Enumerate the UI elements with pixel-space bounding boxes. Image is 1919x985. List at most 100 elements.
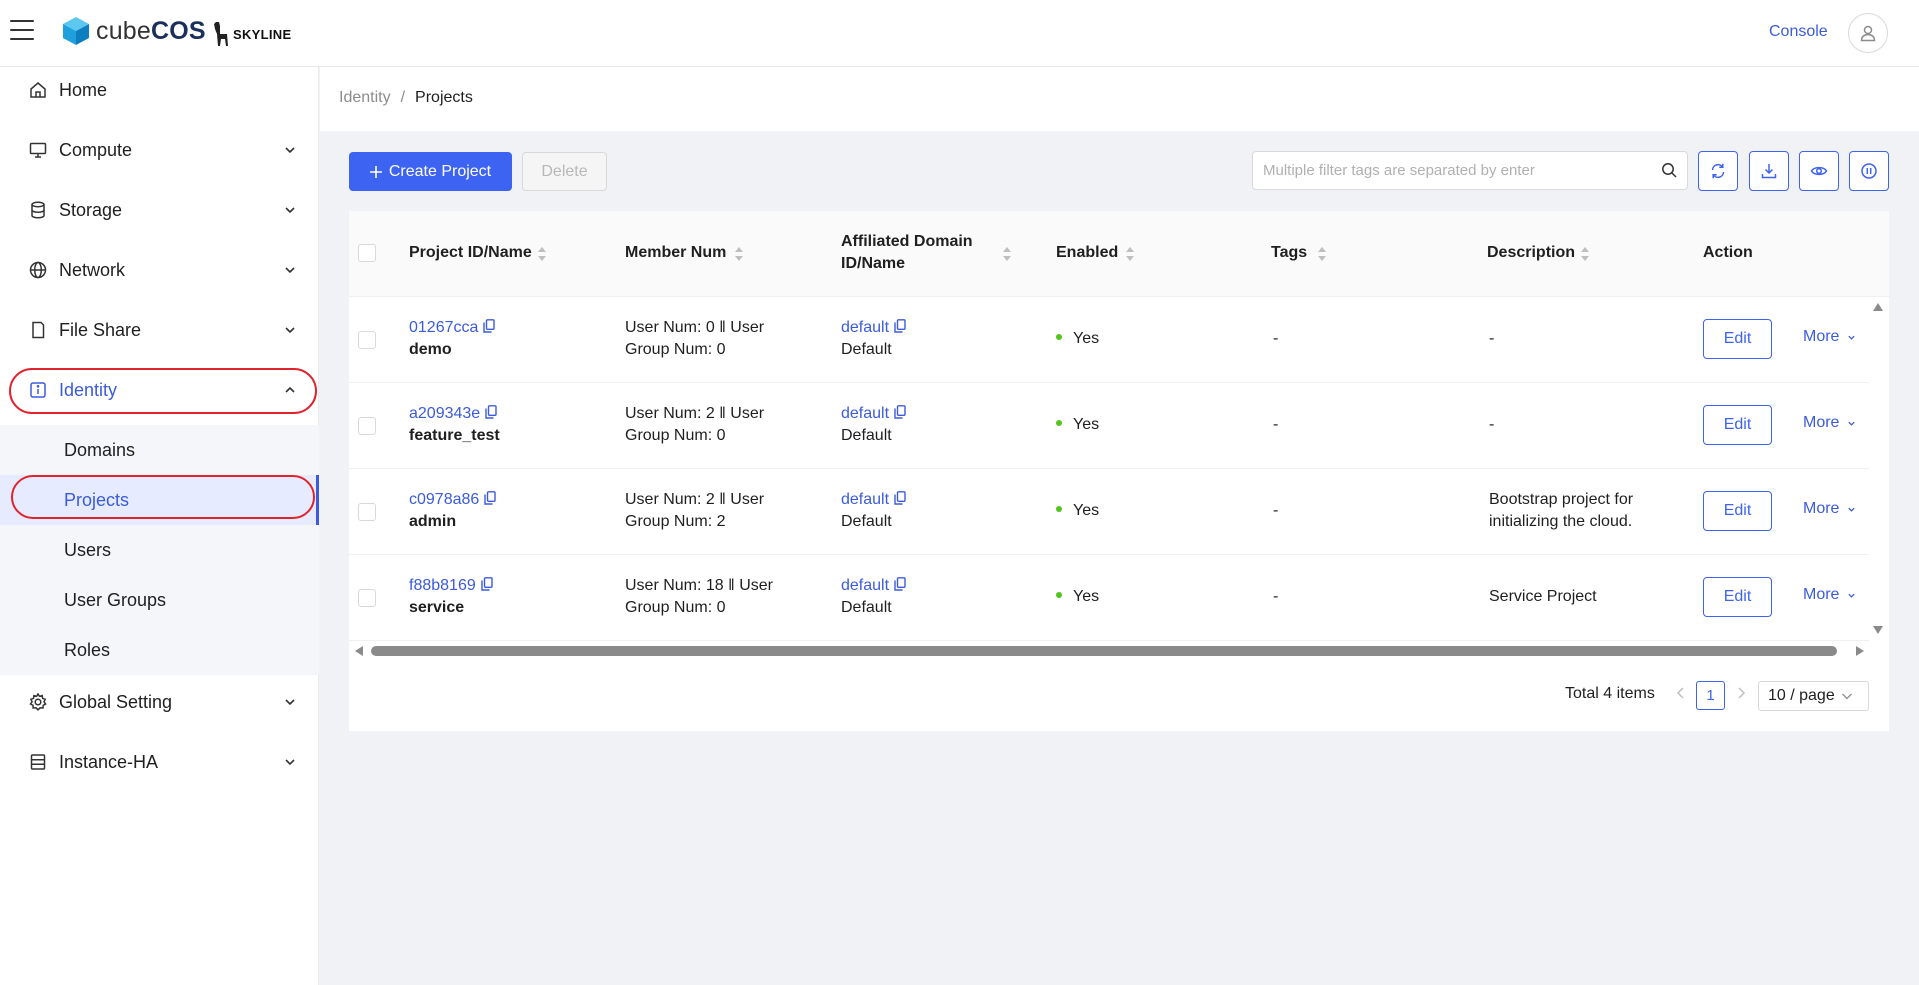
project-id-link[interactable]: a209343e [409, 405, 480, 422]
sidebar-item-compute[interactable]: Compute [0, 127, 319, 173]
scroll-right-arrow[interactable] [1855, 645, 1865, 657]
refresh-button[interactable] [1698, 151, 1738, 191]
sidebar-item-network[interactable]: Network [0, 247, 319, 293]
row-checkbox[interactable] [358, 417, 376, 435]
top-header: cubeCOS SKYLINE Console [0, 0, 1919, 67]
row-checkbox[interactable] [358, 331, 376, 349]
more-dropdown[interactable]: More [1803, 414, 1856, 432]
page-number-button[interactable]: 1 [1696, 681, 1725, 710]
project-name: feature_test [409, 427, 500, 444]
sidebar-item-home[interactable]: Home [0, 67, 319, 113]
chevron-down-icon [285, 327, 295, 334]
sidebar-item-identity[interactable]: Identity [0, 367, 319, 413]
breadcrumb-current: Projects [415, 89, 473, 106]
horizontal-scrollbar-thumb[interactable] [371, 646, 1837, 656]
chevron-down-icon [285, 759, 295, 766]
pause-refresh-button[interactable] [1849, 151, 1889, 191]
sidebar-item-users[interactable]: Users [0, 525, 319, 575]
copy-icon[interactable] [894, 576, 906, 591]
sort-icon[interactable] [1125, 246, 1135, 262]
sort-icon[interactable] [734, 246, 744, 262]
header-tags[interactable]: Tags [1271, 242, 1307, 264]
breadcrumb-separator: / [400, 89, 406, 106]
copy-icon[interactable] [485, 404, 497, 419]
copy-icon[interactable] [894, 404, 906, 419]
horizontal-scrollbar[interactable] [349, 641, 1869, 661]
domain-id-link[interactable]: default [841, 319, 889, 336]
sidebar-item-storage[interactable]: Storage [0, 187, 319, 233]
member-num-cell: User Num: 18 ‖ User Group Num: 0 [625, 577, 773, 616]
search-icon[interactable] [1661, 162, 1678, 179]
copy-icon[interactable] [483, 318, 496, 333]
column-visibility-button[interactable] [1799, 151, 1839, 191]
scroll-down-arrow[interactable] [1872, 625, 1884, 635]
create-project-button[interactable]: Create Project [349, 152, 512, 191]
header-member-num[interactable]: Member Num [625, 242, 726, 264]
table-row: f88b8169 service User Num: 18 ‖ User Grou… [349, 555, 1869, 641]
server-icon [30, 754, 46, 770]
cubecos-logo[interactable]: cubeCOS [62, 16, 206, 46]
more-dropdown[interactable]: More [1803, 328, 1856, 346]
project-id-cell: f88b8169 service [409, 575, 493, 619]
sort-icon[interactable] [1580, 246, 1590, 262]
header-enabled[interactable]: Enabled [1056, 242, 1118, 264]
more-dropdown[interactable]: More [1803, 500, 1856, 518]
scroll-left-arrow[interactable] [354, 645, 364, 657]
more-dropdown[interactable]: More [1803, 586, 1856, 604]
domain-id-link[interactable]: default [841, 405, 889, 422]
domain-id-link[interactable]: default [841, 491, 889, 508]
sidebar-item-roles[interactable]: Roles [0, 625, 319, 675]
member-num-cell: User Num: 0 ‖ User Group Num: 0 [625, 319, 765, 358]
search-input[interactable] [1252, 151, 1688, 190]
sort-icon[interactable] [1002, 246, 1012, 262]
breadcrumb-identity[interactable]: Identity [339, 89, 391, 107]
project-id-link[interactable]: c0978a86 [409, 491, 479, 508]
domain-id-link[interactable]: default [841, 577, 889, 594]
member-num-cell: User Num: 2 ‖ User Group Num: 2 [625, 491, 765, 530]
project-id-link[interactable]: f88b8169 [409, 577, 476, 594]
project-id-cell: c0978a86 admin [409, 489, 496, 533]
sidebar-item-user-groups[interactable]: User Groups [0, 575, 319, 625]
table-row: 01267cca demo User Num: 0 ‖ User Group Nu… [349, 297, 1869, 383]
globe-icon [29, 261, 47, 279]
description-cell: - [1489, 330, 1495, 347]
chevron-left-icon[interactable] [1673, 683, 1689, 703]
edit-button[interactable]: Edit [1703, 405, 1772, 445]
console-link[interactable]: Console [1769, 23, 1828, 41]
copy-icon[interactable] [481, 576, 493, 591]
scroll-up-arrow[interactable] [1872, 302, 1884, 312]
sort-icon[interactable] [537, 246, 547, 262]
sidebar-item-projects[interactable]: Projects [0, 475, 319, 525]
copy-icon[interactable] [484, 490, 496, 505]
sidebar-item-file-share[interactable]: File Share [0, 307, 319, 353]
header-affiliated-domain[interactable]: Affiliated Domain ID/Name [841, 231, 973, 275]
delete-button[interactable]: Delete [522, 152, 607, 191]
file-icon [32, 321, 45, 339]
row-checkbox[interactable] [358, 589, 376, 607]
description-cell: - [1489, 416, 1495, 433]
breadcrumb: Identity / Projects [339, 89, 473, 107]
pause-icon [1861, 163, 1877, 179]
copy-icon[interactable] [894, 318, 906, 333]
sidebar-item-global-setting[interactable]: Global Setting [0, 679, 319, 725]
download-button[interactable] [1749, 151, 1789, 191]
status-dot [1056, 505, 1062, 512]
sidebar-item-domains[interactable]: Domains [0, 425, 319, 475]
sidebar-item-instance-ha[interactable]: Instance-HA [0, 739, 319, 785]
project-id-link[interactable]: 01267cca [409, 319, 478, 336]
user-avatar[interactable] [1848, 13, 1888, 53]
sort-icon[interactable] [1317, 246, 1327, 262]
edit-button[interactable]: Edit [1703, 577, 1772, 617]
header-project-id-name[interactable]: Project ID/Name [409, 242, 532, 264]
header-description[interactable]: Description [1487, 242, 1575, 264]
select-all-checkbox[interactable] [358, 244, 376, 262]
edit-button[interactable]: Edit [1703, 491, 1772, 531]
chevron-right-icon[interactable] [1733, 683, 1749, 703]
table-row: c0978a86 admin User Num: 2 ‖ User Group N… [349, 469, 1869, 555]
copy-icon[interactable] [894, 490, 906, 505]
chevron-down-icon [1848, 421, 1856, 426]
edit-button[interactable]: Edit [1703, 319, 1772, 359]
page-size-select[interactable]: 10 / page [1758, 681, 1869, 711]
menu-toggle-icon[interactable] [10, 20, 34, 42]
row-checkbox[interactable] [358, 503, 376, 521]
